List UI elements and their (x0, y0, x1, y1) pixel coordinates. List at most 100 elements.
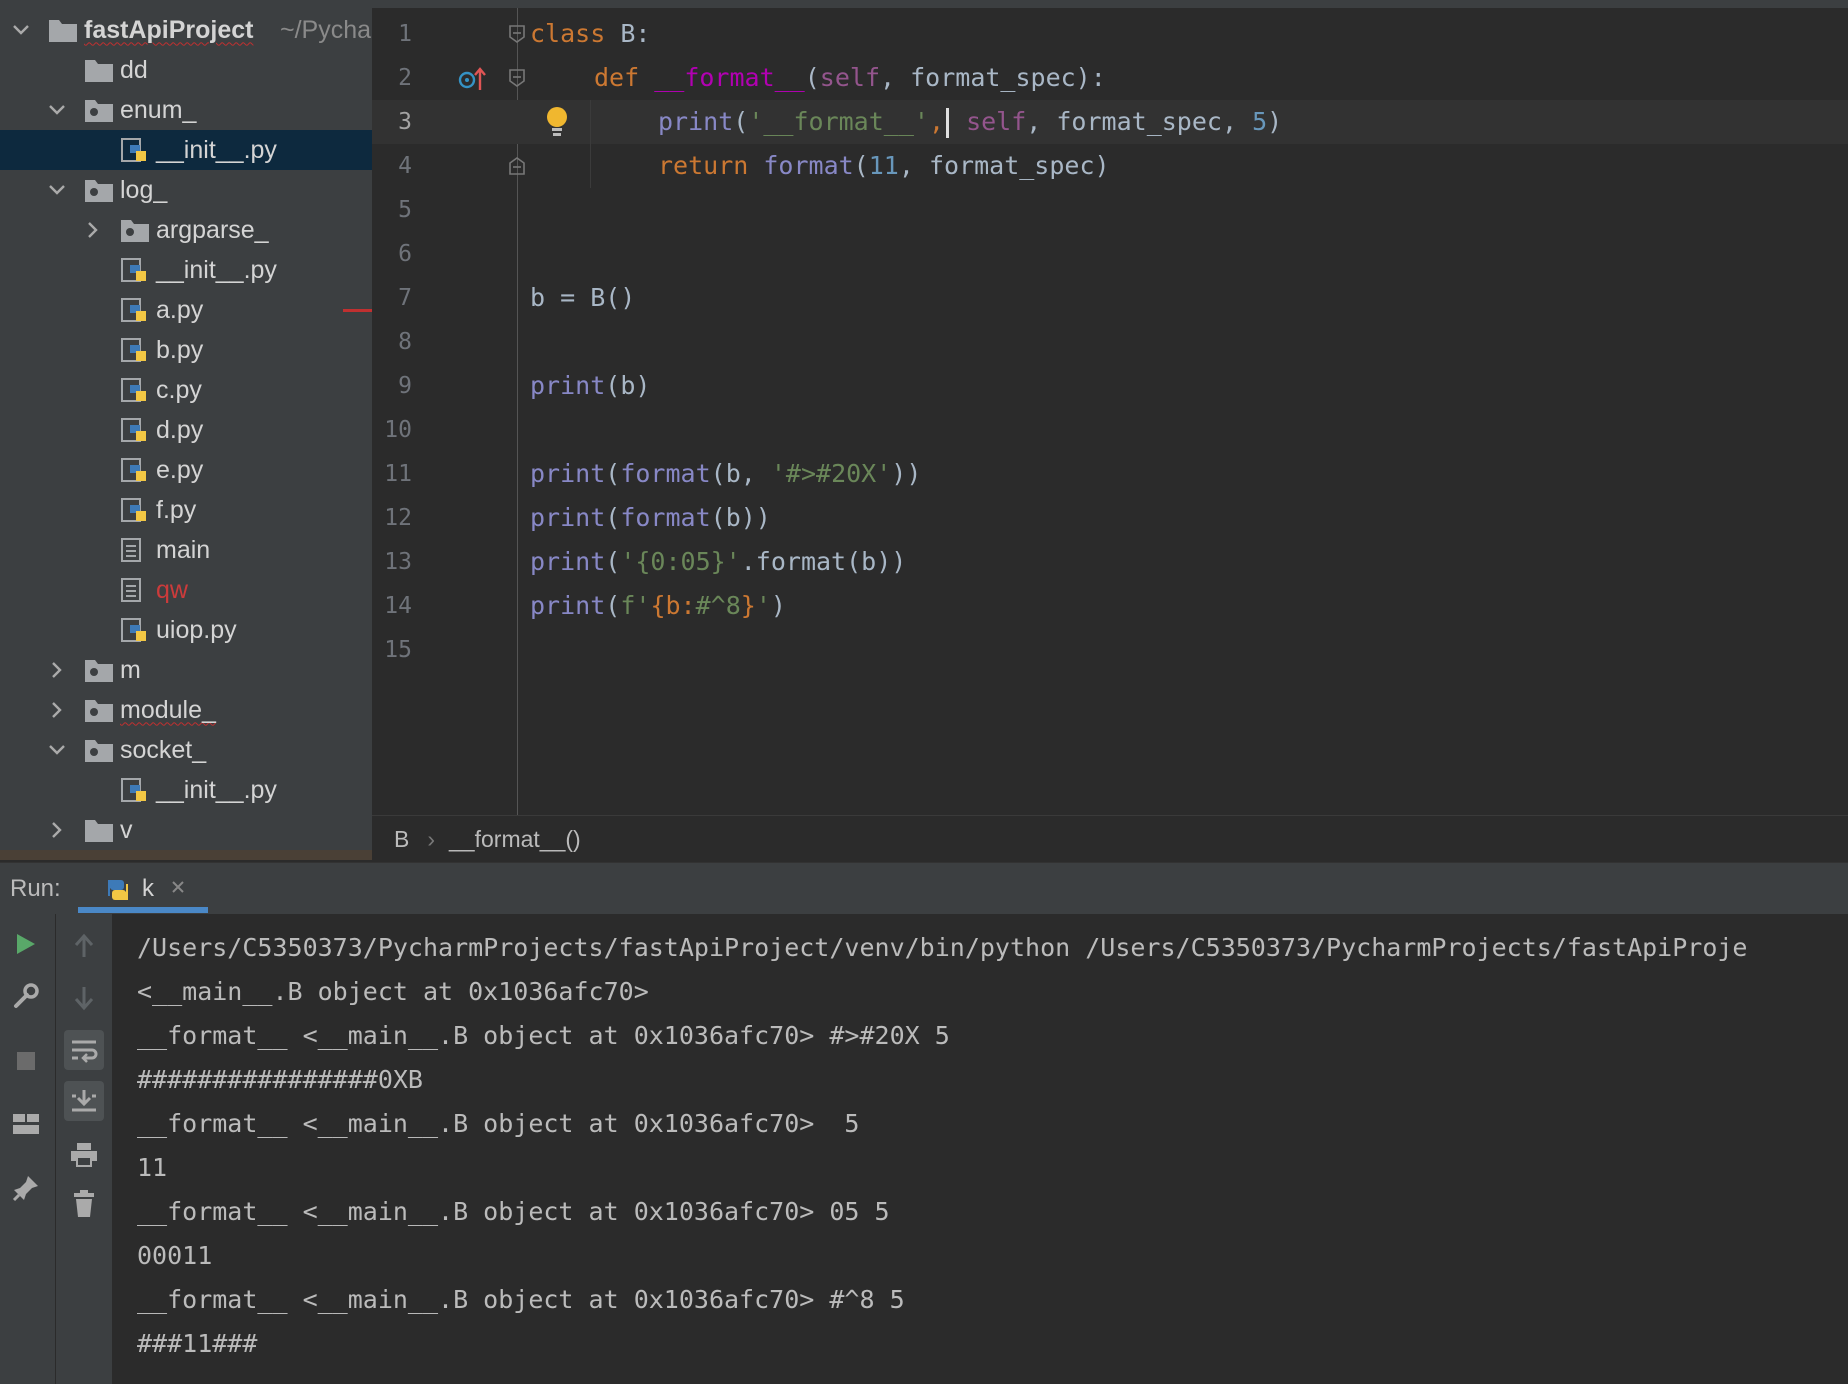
python-file-icon (120, 137, 150, 163)
code-line[interactable]: 10 (372, 408, 1848, 452)
chevron-right-icon[interactable] (48, 661, 66, 679)
close-icon[interactable] (170, 879, 186, 900)
error-stripe-mark (343, 309, 372, 312)
code-line[interactable]: 15 (372, 628, 1848, 672)
tree-item-uiop-py[interactable]: uiop.py (0, 610, 372, 650)
code-line[interactable]: 14 print(f'{b:#^8}') (372, 584, 1848, 628)
string: ' (755, 591, 771, 620)
tree-item-label: argparse_ (156, 215, 269, 244)
chevron-down-icon[interactable] (48, 181, 66, 199)
lightbulb-icon[interactable] (544, 104, 570, 143)
breadcrumb-class[interactable]: B (394, 826, 409, 853)
tree-item-v[interactable]: v (0, 810, 372, 850)
tree-item-label: c.py (156, 375, 202, 404)
scroll-to-end-icon[interactable] (64, 1081, 104, 1121)
fold-icon[interactable] (508, 68, 526, 93)
tree-item-e-py[interactable]: e.py (0, 450, 372, 490)
code-line[interactable]: 7 b = B() (372, 276, 1848, 320)
run-toolbar-primary (0, 914, 56, 1384)
tree-item-label: __init__.py (156, 775, 277, 804)
tree-item-b-py[interactable]: b.py (0, 330, 372, 370)
tree-item-module[interactable]: module_ (0, 690, 372, 730)
code-editor[interactable]: 1 class B: 2 def __format__(self, format… (372, 0, 1848, 815)
fold-icon[interactable] (508, 24, 526, 49)
console-line: __format__ <__main__.B object at 0x1036a… (137, 1285, 905, 1314)
line-number: 14 (384, 593, 412, 619)
print-icon[interactable] (64, 1135, 104, 1175)
tree-item-init-py[interactable]: __init__.py (0, 130, 372, 170)
code-text: print(b) (530, 364, 650, 408)
console-line: __format__ <__main__.B object at 0x1036a… (137, 1109, 860, 1138)
breadcrumb-method[interactable]: __format__() (449, 826, 581, 853)
tree-item-log-init-py[interactable]: __init__.py (0, 250, 372, 290)
code-token: {b: (650, 591, 696, 620)
tree-item-qw[interactable]: qw (0, 570, 372, 610)
tree-item-enum[interactable]: enum_ (0, 90, 372, 130)
code-line[interactable]: 8 (372, 320, 1848, 364)
console-line: /Users/C5350373/PycharmProjects/fastApiP… (137, 933, 1748, 962)
tree-item-socket-init-py[interactable]: __init__.py (0, 770, 372, 810)
string: '__format__' (748, 107, 929, 136)
code-line[interactable]: 4 return format(11, format_spec) (372, 144, 1848, 188)
down-arrow-icon[interactable] (64, 978, 104, 1018)
tree-item-d-py[interactable]: d.py (0, 410, 372, 450)
line-number: 12 (384, 505, 412, 531)
wrench-icon[interactable] (6, 976, 46, 1016)
console-line: ###11### (137, 1329, 258, 1358)
console-line: __format__ <__main__.B object at 0x1036a… (137, 1197, 890, 1226)
code-line[interactable]: 13 print('{0:05}'.format(b)) (372, 540, 1848, 584)
override-icon[interactable] (458, 66, 488, 97)
up-arrow-icon[interactable] (64, 926, 104, 966)
tree-scroll-edge (0, 850, 372, 860)
chevron-down-icon[interactable] (12, 21, 30, 39)
layout-icon[interactable] (6, 1104, 46, 1144)
code-line-current[interactable]: 3 print('__format__', self, format_spec,… (372, 100, 1848, 144)
self-token: self (819, 63, 881, 92)
tree-item-argparse[interactable]: argparse_ (0, 210, 372, 250)
chevron-down-icon[interactable] (48, 101, 66, 119)
code-line[interactable]: 11 print(format(b, '#>#20X')) (372, 452, 1848, 496)
code-line[interactable]: 12 print(format(b)) (372, 496, 1848, 540)
builtin: format (748, 151, 854, 180)
tree-item-dd[interactable]: dd (0, 50, 372, 90)
code-line[interactable]: 9 print(b) (372, 364, 1848, 408)
code-token: ( (853, 151, 869, 180)
console-line: 00011 (137, 1241, 213, 1270)
folder-icon (48, 17, 78, 43)
package-icon (84, 97, 114, 123)
line-number: 4 (398, 153, 412, 179)
pin-icon[interactable] (6, 1168, 46, 1208)
run-icon[interactable] (6, 924, 46, 964)
tree-item-main[interactable]: main (0, 530, 372, 570)
tree-item-f-py[interactable]: f.py (0, 490, 372, 530)
tree-item-label: dd (120, 55, 148, 84)
code-line[interactable]: 2 def __format__(self, format_spec): (372, 56, 1848, 100)
code-line[interactable]: 5 (372, 188, 1848, 232)
tree-item-root[interactable]: fastApiProject ~/Pycha (0, 10, 372, 50)
tree-item-a-py[interactable]: a.py (0, 290, 372, 330)
chevron-down-icon[interactable] (48, 741, 66, 759)
run-title: Run: (10, 875, 61, 902)
fold-icon[interactable] (508, 156, 526, 181)
chevron-right-icon[interactable] (48, 821, 66, 839)
console-line: ################0XB (137, 1065, 423, 1094)
code-line[interactable]: 6 (372, 232, 1848, 276)
tree-item-log[interactable]: log_ (0, 170, 372, 210)
python-file-icon (120, 417, 150, 443)
code-token: ) (770, 591, 786, 620)
run-console[interactable]: /Users/C5350373/PycharmProjects/fastApiP… (113, 914, 1848, 1384)
tree-item-m[interactable]: m (0, 650, 372, 690)
soft-wrap-icon[interactable] (64, 1030, 104, 1070)
trash-icon[interactable] (64, 1184, 104, 1224)
chevron-right-icon[interactable] (48, 701, 66, 719)
keyword: def (594, 63, 640, 92)
tree-item-socket[interactable]: socket_ (0, 730, 372, 770)
code-line[interactable]: 1 class B: (372, 12, 1848, 56)
code-token: .format(b)) (740, 547, 907, 576)
tree-item-c-py[interactable]: c.py (0, 370, 372, 410)
chevron-right-icon[interactable] (84, 221, 102, 239)
code-text: class B: (530, 12, 650, 56)
stop-icon[interactable] (6, 1041, 46, 1081)
code-token: )) (891, 459, 922, 488)
indent-guide (590, 100, 591, 188)
